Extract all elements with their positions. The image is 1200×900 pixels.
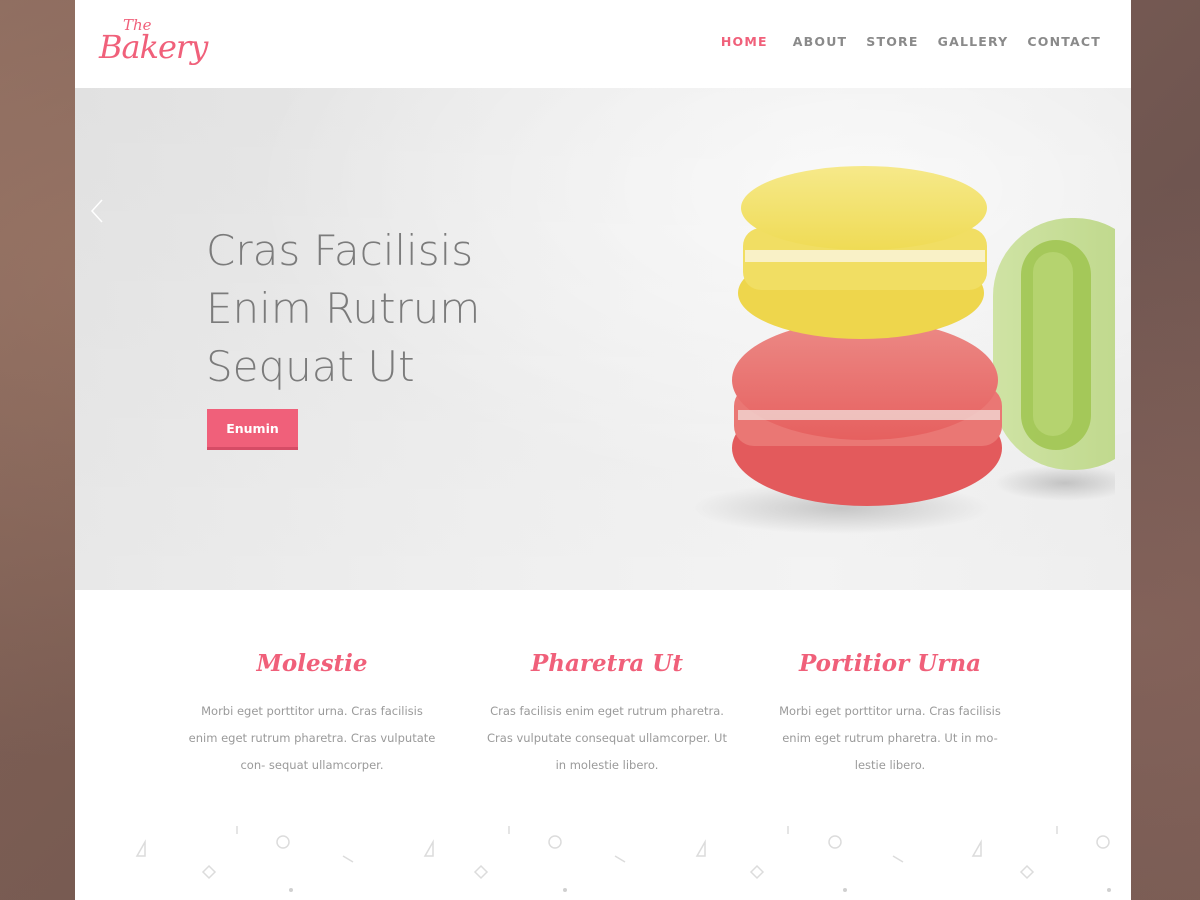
logo-name: Bakery: [99, 28, 208, 66]
hero-slider: Cras Facilisis Enim Rutrum Sequat Ut Enu…: [75, 88, 1131, 590]
hero-title-line: Sequat Ut: [206, 342, 415, 391]
chevron-left-icon[interactable]: [89, 198, 105, 224]
hero-title-line: Enim Rutrum: [206, 284, 481, 333]
nav-item-home[interactable]: HOME: [721, 34, 768, 49]
feature-card: Molestie Morbi eget porttitor urna. Cras…: [187, 650, 437, 779]
feature-card: Portitior Urna Morbi eget porttitor urna…: [765, 650, 1015, 779]
nav-item-about[interactable]: ABOUT: [793, 34, 848, 49]
feature-text: Morbi eget porttitor urna. Cras facilisi…: [188, 704, 436, 772]
site-header: The Bakery HOME ABOUT STORE GALLERY CONT…: [75, 0, 1131, 88]
hero-title-line: Cras Facilisis: [206, 226, 474, 275]
feature-title: Portitior Urna: [798, 650, 982, 677]
features-section: Molestie Morbi eget porttitor urna. Cras…: [75, 590, 1131, 830]
decorative-pattern: [135, 826, 1111, 892]
logo[interactable]: The Bakery: [99, 14, 209, 72]
nav-item-contact[interactable]: CONTACT: [1027, 34, 1101, 49]
hero-cta-button[interactable]: Enumin: [207, 409, 298, 447]
hero-title: Cras Facilisis Enim Rutrum Sequat Ut: [206, 222, 626, 396]
feature-text: Morbi eget porttitor urna. Cras facilisi…: [779, 704, 1001, 772]
main-nav: HOME ABOUT STORE GALLERY CONTACT: [702, 34, 1101, 49]
feature-title: Molestie: [256, 650, 368, 677]
feature-title: Pharetra Ut: [530, 650, 683, 677]
nav-item-store[interactable]: STORE: [866, 34, 918, 49]
feature-text: Cras facilisis enim eget rutrum pharetra…: [487, 704, 727, 772]
nav-item-gallery[interactable]: GALLERY: [938, 34, 1009, 49]
feature-card: Pharetra Ut Cras facilisis enim eget rut…: [482, 650, 732, 779]
macarons-image: [690, 166, 1115, 534]
page: The Bakery HOME ABOUT STORE GALLERY CONT…: [75, 0, 1131, 900]
